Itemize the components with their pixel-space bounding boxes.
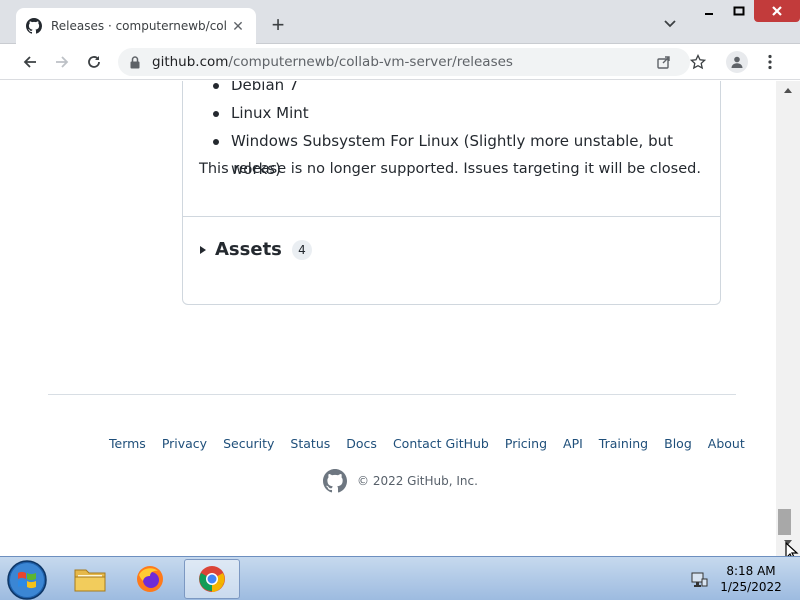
divider xyxy=(183,216,720,217)
footer-copyright: © 2022 GitHub, Inc. xyxy=(323,469,478,493)
reload-icon[interactable] xyxy=(82,50,106,74)
window-controls xyxy=(694,0,800,24)
footer-link-terms[interactable]: Terms xyxy=(109,436,146,451)
maximize-icon[interactable] xyxy=(724,0,754,22)
back-arrow-icon[interactable] xyxy=(18,50,42,74)
url-path: /computernewb/collab-vm-server/releases xyxy=(228,54,513,70)
assets-heading: Assets xyxy=(215,239,282,260)
taskbar: 8:18 AM 1/25/2022 xyxy=(0,556,800,600)
browser-toolbar: github.com/computernewb/collab-vm-server… xyxy=(0,44,800,80)
list-item: Debian 7 xyxy=(213,81,720,99)
network-tray-icon[interactable] xyxy=(690,571,708,589)
kebab-menu-icon[interactable] xyxy=(760,51,780,73)
page-viewport: Debian 7 Linux Mint Windows Subsystem Fo… xyxy=(0,81,776,556)
minimize-icon[interactable] xyxy=(694,0,724,22)
supported-systems-list: Debian 7 Linux Mint Windows Subsystem Fo… xyxy=(213,81,720,178)
list-item: Linux Mint xyxy=(213,99,720,127)
footer-link-pricing[interactable]: Pricing xyxy=(505,436,547,451)
support-note: This release is no longer supported. Iss… xyxy=(199,161,701,177)
taskbar-firefox-icon[interactable] xyxy=(122,559,178,599)
footer-link-blog[interactable]: Blog xyxy=(664,436,692,451)
profile-avatar-icon[interactable] xyxy=(726,51,748,73)
close-window-icon[interactable] xyxy=(754,0,800,22)
footer-link-about[interactable]: About xyxy=(708,436,745,451)
footer-links: Terms Privacy Security Status Docs Conta… xyxy=(109,436,761,451)
scroll-thumb[interactable] xyxy=(778,509,791,535)
share-icon[interactable] xyxy=(654,52,674,72)
taskbar-chrome-icon[interactable] xyxy=(184,559,240,599)
bookmark-star-icon[interactable] xyxy=(688,52,708,72)
assets-toggle[interactable]: Assets 4 xyxy=(199,239,312,260)
address-bar[interactable]: github.com/computernewb/collab-vm-server… xyxy=(118,48,690,76)
github-mark-icon[interactable] xyxy=(323,469,347,493)
url-host: github.com xyxy=(152,54,229,70)
scroll-up-arrow-icon[interactable] xyxy=(782,84,794,96)
system-clock[interactable]: 8:18 AM 1/25/2022 xyxy=(716,563,786,595)
list-item: Windows Subsystem For Linux (Slightly mo… xyxy=(213,127,720,178)
footer-link-privacy[interactable]: Privacy xyxy=(162,436,207,451)
footer-divider xyxy=(48,394,736,395)
new-tab-button[interactable]: + xyxy=(266,14,290,38)
taskbar-file-explorer-icon[interactable] xyxy=(62,559,118,599)
clock-time: 8:18 AM xyxy=(726,564,776,578)
chevron-down-icon[interactable] xyxy=(660,14,680,34)
footer-link-status[interactable]: Status xyxy=(290,436,330,451)
assets-count-badge: 4 xyxy=(291,239,312,260)
github-favicon-icon xyxy=(26,18,42,34)
vertical-scrollbar[interactable] xyxy=(776,81,800,556)
release-card: Debian 7 Linux Mint Windows Subsystem Fo… xyxy=(182,81,721,305)
tab-close-icon[interactable]: ✕ xyxy=(230,18,246,34)
forward-arrow-icon[interactable] xyxy=(50,50,74,74)
copyright-text: © 2022 GitHub, Inc. xyxy=(357,474,478,488)
lock-icon[interactable] xyxy=(128,54,142,70)
clock-date: 1/25/2022 xyxy=(720,580,782,594)
footer-link-training[interactable]: Training xyxy=(599,436,648,451)
footer-link-security[interactable]: Security xyxy=(223,436,274,451)
windows-start-button-icon[interactable] xyxy=(6,559,48,600)
footer-link-contact[interactable]: Contact GitHub xyxy=(393,436,489,451)
footer-link-api[interactable]: API xyxy=(563,436,583,451)
tab-title: Releases · computernewb/collab xyxy=(51,19,226,33)
caret-right-icon xyxy=(199,244,209,256)
browser-window: Releases · computernewb/collab ✕ + githu… xyxy=(0,0,800,556)
footer-link-docs[interactable]: Docs xyxy=(346,436,377,451)
tab-releases[interactable]: Releases · computernewb/collab ✕ xyxy=(16,8,256,44)
tab-strip: Releases · computernewb/collab ✕ + xyxy=(0,0,800,44)
